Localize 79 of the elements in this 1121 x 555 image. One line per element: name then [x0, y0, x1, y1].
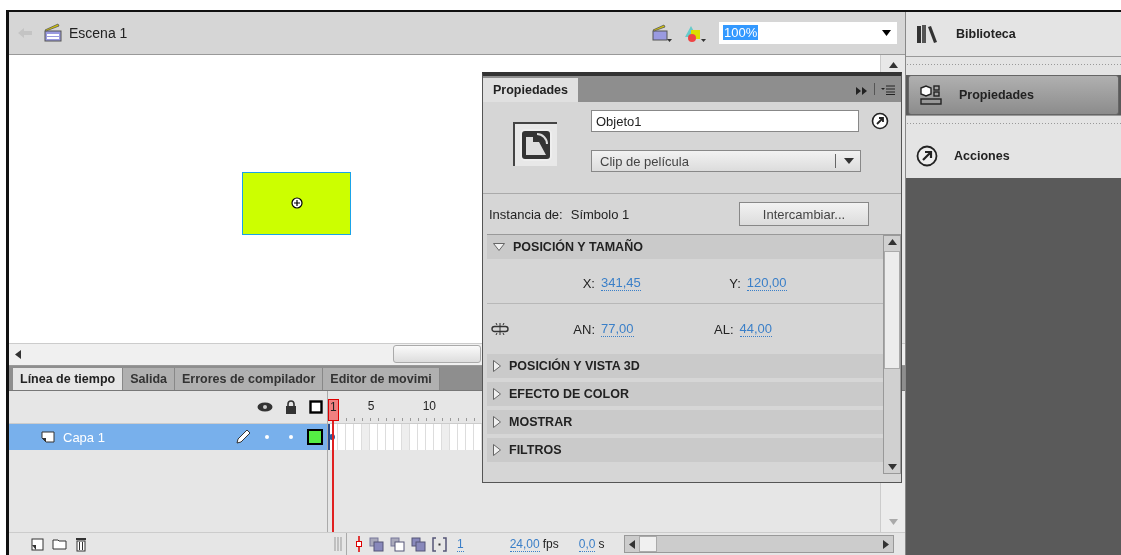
onion-outline-icon[interactable]	[390, 536, 405, 552]
section-header[interactable]: MOSTRAR	[487, 410, 883, 434]
swap-button[interactable]: Intercambiar...	[739, 202, 869, 226]
collapsed-triangle-icon[interactable]	[493, 388, 501, 400]
field-label: Y:	[728, 275, 741, 291]
properties-icon	[919, 84, 943, 106]
onion-markers-icon[interactable]	[432, 536, 447, 552]
section-header[interactable]: POSICIÓN Y VISTA 3D	[487, 354, 883, 378]
dock-item[interactable]: Propiedades	[908, 75, 1119, 115]
dropdown-arrow-icon[interactable]	[844, 158, 854, 164]
layer-outline-color[interactable]	[307, 429, 323, 446]
scroll-up-icon[interactable]	[887, 239, 897, 245]
edit-multiple-frames-icon[interactable]	[411, 536, 426, 552]
resize-grip-icon[interactable]	[334, 537, 342, 552]
panel-tab[interactable]: Propiedades	[483, 78, 579, 102]
clapperboard-icon	[43, 22, 63, 43]
dock-item[interactable]: Acciones	[906, 134, 1121, 178]
instance-label: Instancia de:	[489, 206, 563, 222]
collapsed-triangle-icon[interactable]	[493, 444, 501, 456]
center-frame-icon[interactable]	[355, 536, 363, 553]
field-label: X:	[581, 275, 595, 291]
section-header[interactable]: POSICIÓN Y TAMAÑO	[487, 235, 883, 259]
outline-square-icon[interactable]	[309, 400, 323, 415]
section-header[interactable]: FILTROS	[487, 438, 883, 462]
symbol-type-dropdown[interactable]: Clip de película	[591, 150, 861, 172]
collapsed-triangle-icon[interactable]	[493, 416, 501, 428]
folder-icon[interactable]	[52, 538, 67, 551]
symbol-instance[interactable]	[242, 171, 351, 235]
vertical-scrollbar[interactable]	[883, 235, 901, 474]
layer-icon	[41, 431, 55, 444]
arrow-circle-icon[interactable]	[871, 112, 889, 130]
panel-tab[interactable]: Editor de movimi	[323, 368, 440, 391]
panel-tab[interactable]: Salida	[123, 368, 175, 391]
horizontal-scrollbar[interactable]	[624, 535, 895, 554]
trash-icon[interactable]	[75, 536, 87, 552]
scroll-right-icon[interactable]	[883, 539, 890, 549]
panel-tab[interactable]: Línea de tiempo	[13, 368, 124, 391]
onion-skin-icon[interactable]	[369, 536, 384, 552]
section-header[interactable]: EFECTO DE COLOR	[487, 382, 883, 406]
frame-rate[interactable]: 24,00	[509, 536, 540, 552]
instance-name-field[interactable]: Objeto1	[591, 110, 859, 132]
frame-number: 5	[367, 399, 376, 416]
visibility-dot[interactable]	[265, 435, 269, 440]
layer-name: Capa 1	[63, 429, 105, 445]
panel-menu-icon[interactable]	[881, 85, 895, 95]
scroll-down-icon[interactable]	[887, 464, 897, 470]
arrow-circle-icon	[916, 145, 938, 167]
field-label: AL:	[713, 321, 734, 337]
playhead-frame-number: 1	[328, 399, 339, 422]
chain-link-icon[interactable]	[491, 322, 509, 336]
movie-clip-icon	[513, 122, 557, 166]
current-frame[interactable]: 1	[457, 536, 464, 552]
time-unit: s	[598, 537, 605, 552]
scroll-left-icon[interactable]	[15, 349, 21, 359]
clapperboard-menu-icon[interactable]	[651, 22, 673, 43]
dock-item[interactable]: Biblioteca	[906, 12, 1121, 56]
scroll-left-icon[interactable]	[629, 539, 636, 549]
elapsed-time[interactable]: 0,0	[578, 536, 596, 552]
scrollbar-thumb[interactable]	[639, 536, 658, 553]
collapse-icon[interactable]	[856, 87, 868, 95]
frame-number: 10	[422, 399, 438, 416]
scrollbar-thumb[interactable]	[884, 251, 900, 369]
books-icon	[916, 24, 940, 44]
field-label: AN:	[572, 321, 595, 337]
pencil-icon	[235, 429, 251, 446]
scene-title: Escena 1	[69, 24, 128, 41]
registration-point-icon	[290, 197, 303, 210]
panel-tab[interactable]: Errores de compilador	[175, 368, 324, 391]
eye-icon[interactable]	[257, 402, 273, 413]
dropdown-arrow-icon[interactable]	[882, 29, 891, 36]
lock-dot[interactable]	[289, 435, 293, 440]
expanded-triangle-icon[interactable]	[493, 243, 505, 251]
scrollbar-thumb[interactable]	[393, 345, 481, 364]
lock-icon[interactable]	[285, 400, 297, 415]
new-layer-icon[interactable]	[31, 537, 44, 551]
frame-rate-unit: fps	[542, 537, 559, 552]
collapsed-triangle-icon[interactable]	[493, 360, 501, 372]
scroll-up-icon[interactable]	[888, 61, 898, 68]
instance-of-value: Símbolo 1	[570, 206, 630, 222]
